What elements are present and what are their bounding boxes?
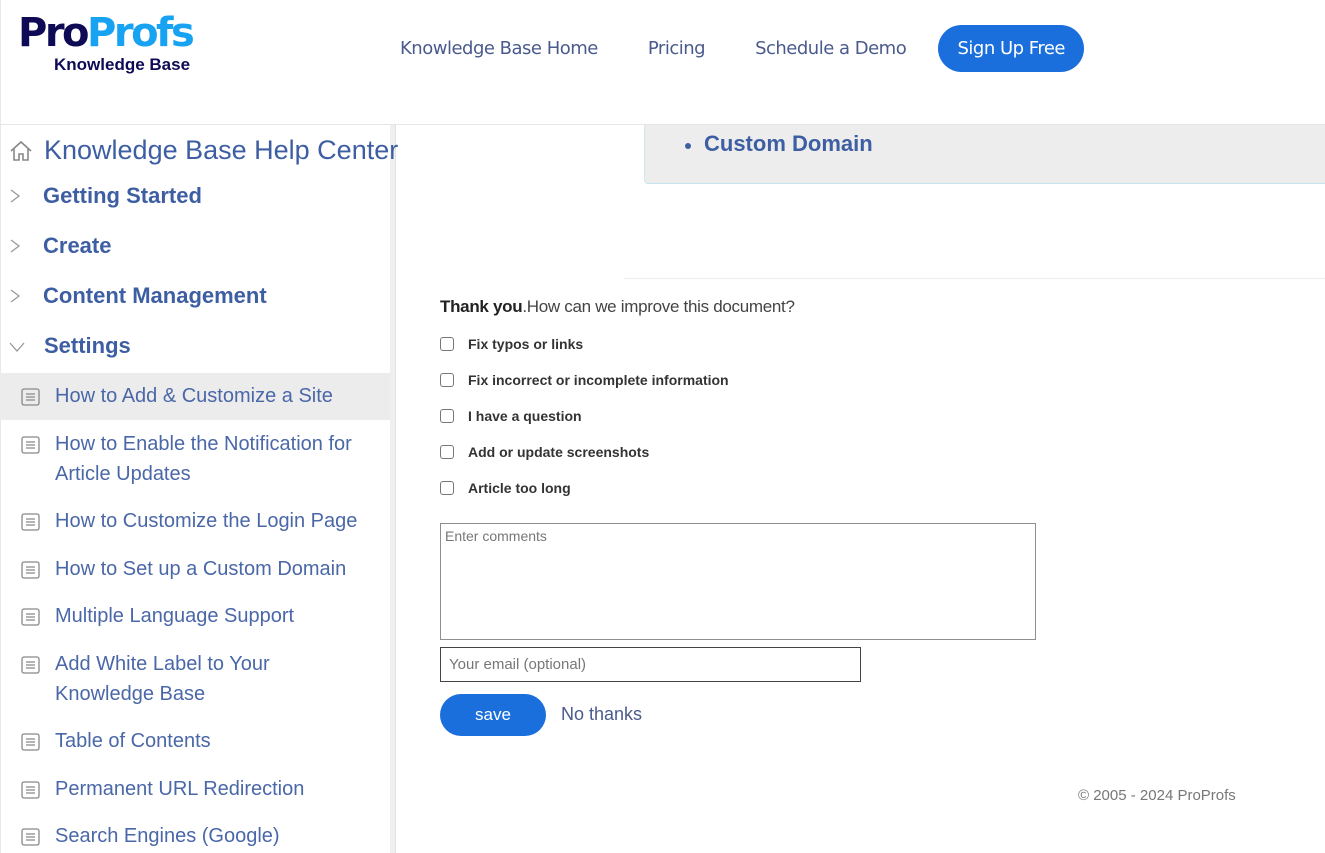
document-icon	[21, 513, 40, 531]
callout-link-custom-domain[interactable]: Custom Domain	[685, 131, 873, 157]
sidebar-article-customize-login[interactable]: How to Customize the Login Page	[0, 506, 390, 536]
sidebar-article-label: Search Engines (Google)	[55, 825, 280, 847]
feedback-option-label: Fix typos or links	[468, 336, 584, 352]
nav-schedule-demo[interactable]: Schedule a Demo	[755, 38, 907, 59]
document-icon	[21, 436, 40, 454]
chevron-right-icon	[10, 189, 21, 203]
no-thanks-link[interactable]: No thanks	[561, 704, 642, 725]
sidebar-article-label: How to Set up a Custom Domain	[55, 558, 347, 580]
feedback-title-question: .How can we improve this document?	[522, 297, 795, 316]
feedback-option-label: Fix incorrect or incomplete information	[468, 372, 729, 388]
document-icon	[21, 388, 40, 406]
sidebar-article-white-label[interactable]: Add White Label to Your Knowledge Base	[0, 649, 300, 709]
sidebar-article-multiple-language[interactable]: Multiple Language Support	[0, 601, 390, 631]
feedback-title-bold: Thank you	[440, 297, 523, 316]
sidebar-category-label: Settings	[44, 333, 131, 358]
sidebar-home-link[interactable]: Knowledge Base Help Center	[8, 135, 398, 166]
sidebar-scrollbar[interactable]	[390, 125, 396, 853]
chevron-right-icon	[10, 289, 21, 303]
sidebar-category-settings[interactable]: Settings	[8, 333, 131, 359]
feedback-title: Thank you.How can we improve this docume…	[440, 297, 795, 317]
content-divider	[624, 278, 1325, 279]
sidebar-article-url-redirection[interactable]: Permanent URL Redirection	[0, 774, 390, 804]
nav-knowledge-base-home[interactable]: Knowledge Base Home	[400, 38, 598, 59]
feedback-option-label: Add or update screenshots	[468, 444, 650, 460]
sidebar-article-label: Permanent URL Redirection	[55, 778, 305, 800]
sidebar-article-label: Multiple Language Support	[55, 605, 295, 627]
sidebar-home-label: Knowledge Base Help Center	[44, 135, 399, 165]
sidebar-category-create[interactable]: Create	[8, 233, 111, 259]
related-articles-callout: Custom Domain	[644, 125, 1325, 184]
feedback-option-question[interactable]: I have a question	[440, 408, 582, 424]
sidebar-article-label: How to Enable the Notification for Artic…	[55, 433, 352, 485]
sign-up-free-button[interactable]: Sign Up Free	[938, 25, 1085, 72]
site-header: ProProfs Knowledge Base Knowledge Base H…	[0, 0, 1325, 125]
feedback-option-screenshots[interactable]: Add or update screenshots	[440, 444, 649, 460]
checkbox[interactable]	[440, 337, 454, 351]
email-input[interactable]	[440, 647, 861, 682]
sidebar-article-table-of-contents[interactable]: Table of Contents	[0, 726, 390, 756]
document-icon	[21, 561, 40, 579]
home-icon	[10, 140, 32, 161]
sidebar-article-label: Table of Contents	[55, 730, 211, 752]
document-icon	[21, 781, 40, 799]
document-icon	[21, 656, 40, 674]
sidebar-category-label: Create	[43, 233, 112, 258]
sidebar-category-content-management[interactable]: Content Management	[8, 283, 267, 309]
nav-pricing[interactable]: Pricing	[648, 38, 706, 59]
document-icon	[21, 608, 40, 626]
sidebar-article-label: How to Add & Customize a Site	[55, 385, 333, 407]
checkbox[interactable]	[440, 373, 454, 387]
document-icon	[21, 828, 40, 846]
document-icon	[21, 733, 40, 751]
feedback-option-fix-incorrect[interactable]: Fix incorrect or incomplete information	[440, 372, 729, 388]
checkbox[interactable]	[440, 481, 454, 495]
comments-textarea[interactable]	[440, 523, 1036, 640]
sidebar-category-getting-started[interactable]: Getting Started	[8, 183, 202, 209]
sidebar-article-label: How to Customize the Login Page	[55, 510, 358, 532]
checkbox[interactable]	[440, 445, 454, 459]
sidebar-article-enable-notification[interactable]: How to Enable the Notification for Artic…	[0, 429, 390, 489]
logo-profs-text: Profs	[87, 10, 195, 56]
sidebar-article-custom-domain[interactable]: How to Set up a Custom Domain	[0, 554, 390, 584]
top-nav: Knowledge Base Home Pricing Schedule a D…	[400, 25, 1085, 72]
save-button[interactable]: save	[440, 694, 546, 736]
sidebar-article-label: Add White Label to Your Knowledge Base	[55, 653, 270, 705]
feedback-option-too-long[interactable]: Article too long	[440, 480, 571, 496]
feedback-option-fix-typos[interactable]: Fix typos or links	[440, 336, 583, 352]
chevron-right-icon	[10, 239, 21, 253]
copyright-footer: © 2005 - 2024 ProProfs	[1078, 787, 1236, 804]
logo-subtitle: Knowledge Base	[54, 55, 191, 74]
sidebar-category-label: Content Management	[43, 283, 267, 308]
chevron-down-icon	[9, 342, 25, 352]
feedback-option-label: I have a question	[468, 408, 582, 424]
sidebar-article-search-engines[interactable]: Search Engines (Google)	[0, 821, 390, 851]
checkbox[interactable]	[440, 409, 454, 423]
logo-pro-text: Pro	[18, 10, 90, 56]
sidebar-article-add-customize-site[interactable]: How to Add & Customize a Site	[0, 373, 390, 420]
sidebar-category-label: Getting Started	[43, 183, 202, 208]
proprofs-logo[interactable]: ProProfs Knowledge Base	[18, 10, 208, 74]
feedback-option-label: Article too long	[468, 480, 571, 496]
